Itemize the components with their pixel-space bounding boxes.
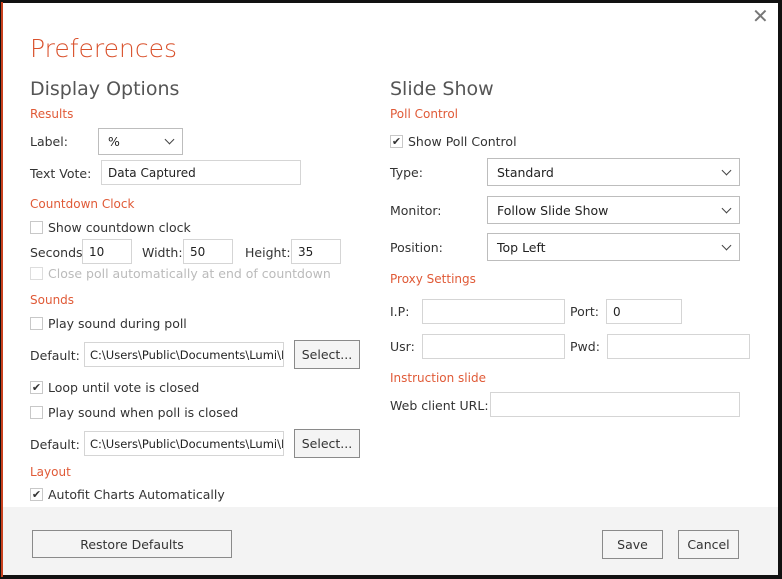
select-closed-sound-button[interactable]: Select...	[294, 429, 360, 458]
web-client-url-label: Web client URL:	[390, 398, 489, 413]
type-select-value: Standard	[497, 164, 554, 180]
show-poll-control-label: Show Poll Control	[408, 134, 517, 149]
text-vote-label: Text Vote:	[30, 166, 92, 181]
chevron-down-icon	[721, 165, 732, 175]
ip-input[interactable]	[422, 299, 565, 324]
checkmark-icon: ✔	[31, 381, 42, 394]
position-select-value: Top Left	[497, 239, 546, 255]
save-button[interactable]: Save	[602, 530, 663, 559]
usr-label: Usr:	[390, 339, 415, 354]
show-countdown-checkbox[interactable]	[30, 221, 43, 234]
default-sound-label: Default:	[30, 348, 80, 363]
restore-defaults-button[interactable]: Restore Defaults	[32, 530, 232, 558]
layout-section: Layout	[30, 465, 71, 479]
display-options-heading: Display Options	[30, 78, 180, 100]
dialog-title: Preferences	[30, 34, 178, 63]
autofit-checkbox[interactable]: ✔	[30, 488, 43, 501]
cancel-button[interactable]: Cancel	[678, 530, 739, 559]
position-select[interactable]: Top Left	[487, 233, 740, 261]
loop-checkbox[interactable]: ✔	[30, 381, 43, 394]
sounds-section: Sounds	[30, 293, 75, 307]
play-sound-during-label: Play sound during poll	[48, 316, 187, 331]
proxy-settings-section: Proxy Settings	[390, 272, 476, 286]
ip-label: I.P:	[390, 304, 410, 319]
loop-label: Loop until vote is closed	[48, 380, 200, 395]
close-poll-label: Close poll automatically at end of count…	[48, 266, 331, 281]
chevron-down-icon	[164, 134, 175, 145]
close-poll-checkbox[interactable]	[30, 267, 43, 280]
text-vote-input[interactable]: Data Captured	[101, 160, 301, 185]
default-closed-sound-input[interactable]: C:\Users\Public\Documents\Lumi\PP	[84, 431, 284, 456]
play-sound-closed-checkbox[interactable]	[30, 406, 43, 419]
port-input[interactable]: 0	[606, 299, 682, 324]
width-label: Width:	[142, 245, 183, 260]
type-label: Type:	[390, 165, 423, 180]
checkmark-icon: ✔	[391, 135, 402, 148]
monitor-select[interactable]: Follow Slide Show	[487, 196, 740, 224]
seconds-label: Seconds	[30, 245, 83, 260]
default-closed-sound-label: Default:	[30, 437, 80, 452]
position-label: Position:	[390, 240, 443, 255]
instruction-slide-section: Instruction slide	[390, 371, 486, 385]
checkmark-icon: ✔	[31, 488, 42, 501]
slide-show-heading: Slide Show	[390, 78, 494, 100]
poll-control-section: Poll Control	[390, 107, 459, 121]
monitor-select-value: Follow Slide Show	[497, 202, 609, 218]
port-label: Port:	[570, 304, 599, 319]
results-section: Results	[30, 107, 74, 121]
label-select-value: %	[108, 134, 120, 149]
pwd-input[interactable]	[607, 334, 750, 359]
usr-input[interactable]	[422, 334, 565, 359]
height-label: Height:	[245, 245, 291, 260]
play-sound-during-checkbox[interactable]	[30, 317, 43, 330]
countdown-section: Countdown Clock	[30, 197, 135, 211]
seconds-input[interactable]: 10	[82, 239, 132, 264]
play-sound-closed-label: Play sound when poll is closed	[48, 405, 239, 420]
label-label: Label:	[30, 134, 68, 149]
default-sound-input[interactable]: C:\Users\Public\Documents\Lumi\PP	[84, 342, 284, 367]
pwd-label: Pwd:	[570, 339, 600, 354]
close-icon[interactable]: ✕	[752, 6, 769, 26]
select-sound-button[interactable]: Select...	[294, 340, 360, 369]
height-input[interactable]: 35	[291, 239, 341, 264]
show-countdown-label: Show countdown clock	[48, 220, 191, 235]
type-select[interactable]: Standard	[487, 158, 740, 186]
width-input[interactable]: 50	[183, 239, 233, 264]
chevron-down-icon	[721, 240, 732, 250]
web-client-url-input[interactable]	[490, 392, 740, 417]
chevron-down-icon	[721, 203, 732, 213]
show-poll-control-checkbox[interactable]: ✔	[390, 135, 403, 148]
autofit-label: Autofit Charts Automatically	[48, 487, 225, 502]
monitor-label: Monitor:	[390, 203, 442, 218]
label-select[interactable]: %	[98, 128, 183, 155]
